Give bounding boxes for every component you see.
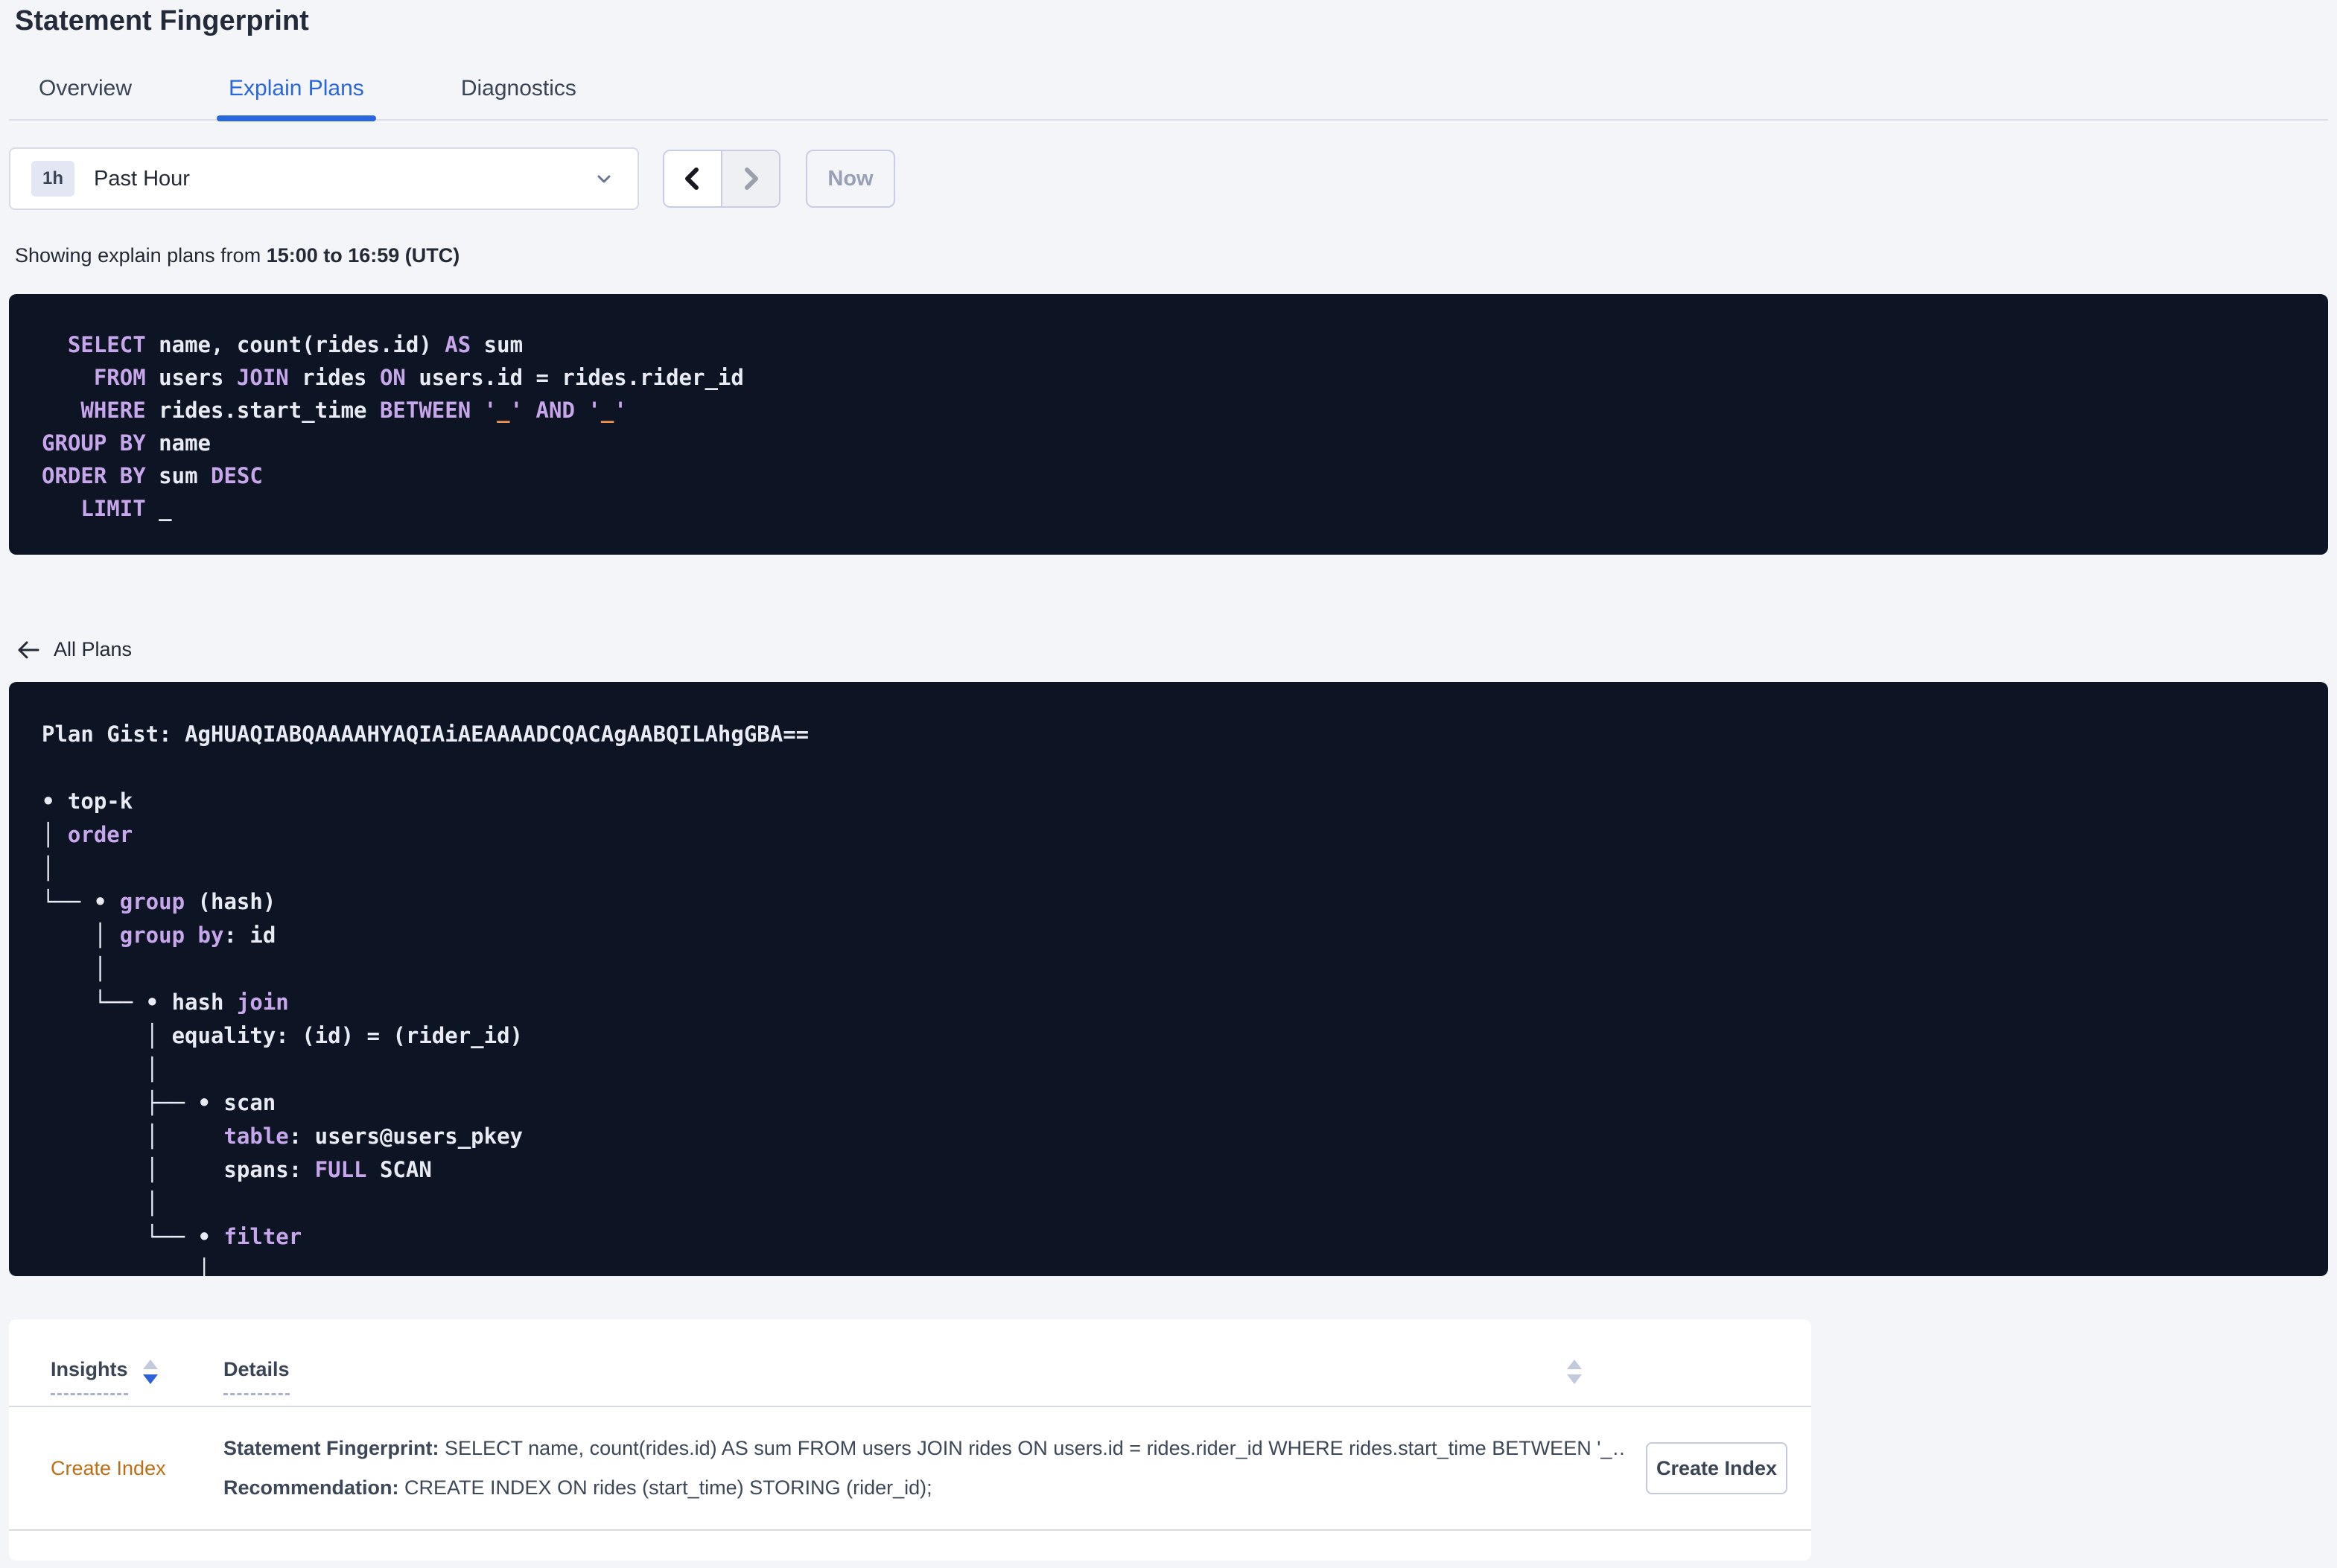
sort-asc-triangle [142,1360,158,1369]
next-time-button[interactable] [721,151,779,206]
sort-icon-details[interactable] [1567,1360,1582,1384]
tab-bar: Overview Explain Plans Diagnostics [9,76,2328,121]
sort-desc-triangle [142,1374,158,1384]
time-picker-row: 1h Past Hour Now [9,147,2328,210]
time-range-dropdown[interactable]: 1h Past Hour [9,147,639,210]
plan-gist-block: Plan Gist: AgHUAQIABQAAAAHYAQIAiAEAAAADC… [9,682,2328,1276]
insights-table-card: Insights Details Create Index Statement … [9,1319,1811,1561]
chevron-down-icon [597,175,611,183]
recommendation-label: Recommendation: [223,1476,399,1499]
recommendation-text: CREATE INDEX ON rides (start_time) STORI… [398,1476,932,1499]
sql-statement-block: SELECT name, count(rides.id) AS sum FROM… [9,294,2328,555]
all-plans-label: All Plans [54,638,133,660]
time-range-value: Past Hour [94,166,190,191]
insight-table-row: Create Index Statement Fingerprint: SELE… [9,1407,1811,1531]
insights-table-header: Insights Details [9,1319,1811,1407]
details-cell: Statement Fingerprint: SELECT name, coun… [223,1429,1646,1508]
time-nav-group [663,150,780,208]
tab-diagnostics[interactable]: Diagnostics [449,76,588,119]
statement-fingerprint-text: SELECT name, count(rides.id) AS sum FROM… [439,1437,1624,1459]
column-header-details[interactable]: Details [223,1358,290,1395]
insights-column-header: Insights [51,1358,223,1395]
insight-cell: Create Index [51,1457,223,1480]
time-range-badge: 1h [31,161,75,197]
sort-desc-triangle [1567,1374,1582,1384]
arrow-left-icon [18,641,39,658]
chevron-right-icon [745,168,758,190]
prev-time-button[interactable] [664,151,721,206]
recommendation-line: Recommendation: CREATE INDEX ON rides (s… [223,1468,1624,1508]
now-button[interactable]: Now [806,150,895,208]
showing-range-value: 15:00 to 16:59 (UTC) [266,244,460,267]
plan-gist-value: AgHUAQIABQAAAAHYAQIAiAEAAAADCQACAgAABQIL… [185,721,810,747]
statement-fingerprint-page: Statement Fingerprint Overview Explain P… [0,4,2337,1561]
tab-diagnostics-label: Diagnostics [460,76,576,101]
plan-gist-label: Plan Gist: [42,721,185,747]
showing-range-prefix: Showing explain plans from [15,244,267,267]
statement-fingerprint-line: Statement Fingerprint: SELECT name, coun… [223,1429,1624,1468]
tab-overview[interactable]: Overview [27,76,144,119]
statement-fingerprint-label: Statement Fingerprint: [223,1437,439,1459]
tab-explain-plans-label: Explain Plans [229,76,364,101]
tab-overview-label: Overview [39,76,133,101]
plan-gist-line: Plan Gist: AgHUAQIABQAAAAHYAQIAiAEAAAADC… [42,718,2295,751]
sort-icon-insights[interactable] [142,1360,158,1384]
create-index-button[interactable]: Create Index [1646,1442,1787,1494]
column-header-insights[interactable]: Insights [51,1358,128,1395]
sort-asc-triangle [1567,1360,1582,1369]
details-column-header: Details [223,1358,1787,1395]
plan-tree: • top-k │ order │ └── • group (hash) │ grou… [42,788,524,1276]
create-index-link[interactable]: Create Index [51,1457,166,1479]
showing-range-text: Showing explain plans from 15:00 to 16:5… [15,244,2328,267]
tab-explain-plans[interactable]: Explain Plans [217,76,376,121]
all-plans-link[interactable]: All Plans [16,638,132,661]
page-title: Statement Fingerprint [15,5,309,36]
chevron-left-icon [685,168,699,190]
active-tab-underline [217,115,376,121]
